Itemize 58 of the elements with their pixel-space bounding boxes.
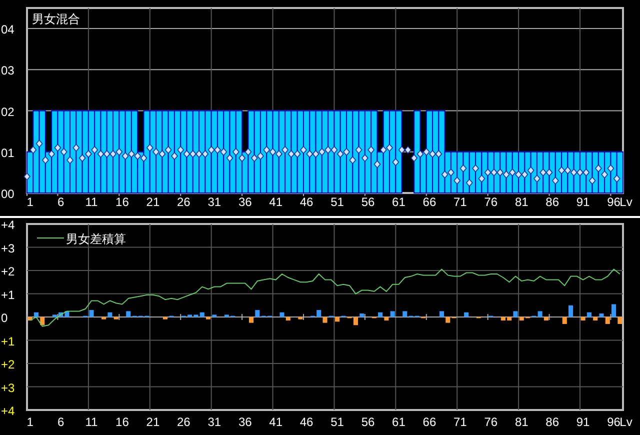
axis-label: 1	[26, 195, 34, 209]
axis-label: 76	[484, 195, 498, 209]
axis-label: 46	[300, 415, 314, 429]
axis-label: 0	[1, 311, 8, 325]
axis-label: 03	[1, 64, 14, 78]
axis-label: 91	[576, 415, 590, 429]
axis-label: 11	[85, 415, 98, 429]
axis-label: 81	[514, 415, 528, 429]
axis-label: 96	[607, 415, 620, 429]
axis-label: +3	[1, 241, 15, 256]
axis-label: 36	[238, 195, 252, 209]
axis-label: 96	[607, 195, 620, 209]
axis-label: 46	[300, 195, 314, 209]
axis-label: 00	[1, 187, 14, 201]
axis-label: +1	[1, 334, 15, 348]
axis-label: 16	[116, 195, 129, 209]
axis-label: 76	[484, 415, 498, 429]
axis-label: 01	[1, 146, 14, 160]
axis-label: 56	[361, 195, 375, 209]
legend-label: 男女差積算	[66, 232, 126, 246]
axis-label: 91	[576, 195, 590, 209]
axis-label: 31	[208, 415, 222, 429]
axis-label: +4	[1, 404, 15, 418]
axis-label: 71	[454, 415, 467, 429]
axis-label: 56	[361, 415, 375, 429]
axis-title: Lv	[620, 415, 632, 429]
axis-label: 6	[57, 415, 64, 429]
axis-label: +2	[1, 358, 15, 372]
axis-label: +3	[1, 380, 15, 395]
axis-label: 26	[177, 415, 190, 429]
axis-label: 11	[85, 195, 98, 209]
axis-label: +1	[1, 288, 15, 302]
axis-label: 51	[330, 195, 344, 209]
axis-label: 6	[57, 195, 64, 209]
axis-label: +2	[1, 264, 15, 278]
axis-title: Lv	[620, 195, 632, 209]
axis-label: 66	[422, 195, 436, 209]
axis-label: 66	[422, 415, 436, 429]
axis-label: 21	[146, 415, 160, 429]
axis-label: 31	[208, 195, 222, 209]
chart-title: 男女混合	[32, 12, 80, 26]
axis-label: 81	[514, 195, 528, 209]
axis-label: 36	[238, 415, 252, 429]
axis-label: +4	[1, 218, 15, 232]
axis-label: 61	[392, 195, 406, 209]
axis-label: 26	[177, 195, 190, 209]
axis-label: 02	[1, 104, 14, 119]
axis-label: 41	[269, 415, 283, 429]
axis-label: 71	[454, 195, 467, 209]
axis-label: 21	[146, 195, 160, 209]
axis-label: 86	[546, 195, 560, 209]
axis-label: 51	[330, 415, 344, 429]
axis-label: 61	[392, 415, 406, 429]
axis-label: 1	[26, 415, 34, 429]
axis-label: 04	[1, 22, 14, 37]
axis-label: 41	[269, 195, 283, 209]
axis-label: 86	[546, 415, 560, 429]
axis-label: 16	[116, 415, 129, 429]
